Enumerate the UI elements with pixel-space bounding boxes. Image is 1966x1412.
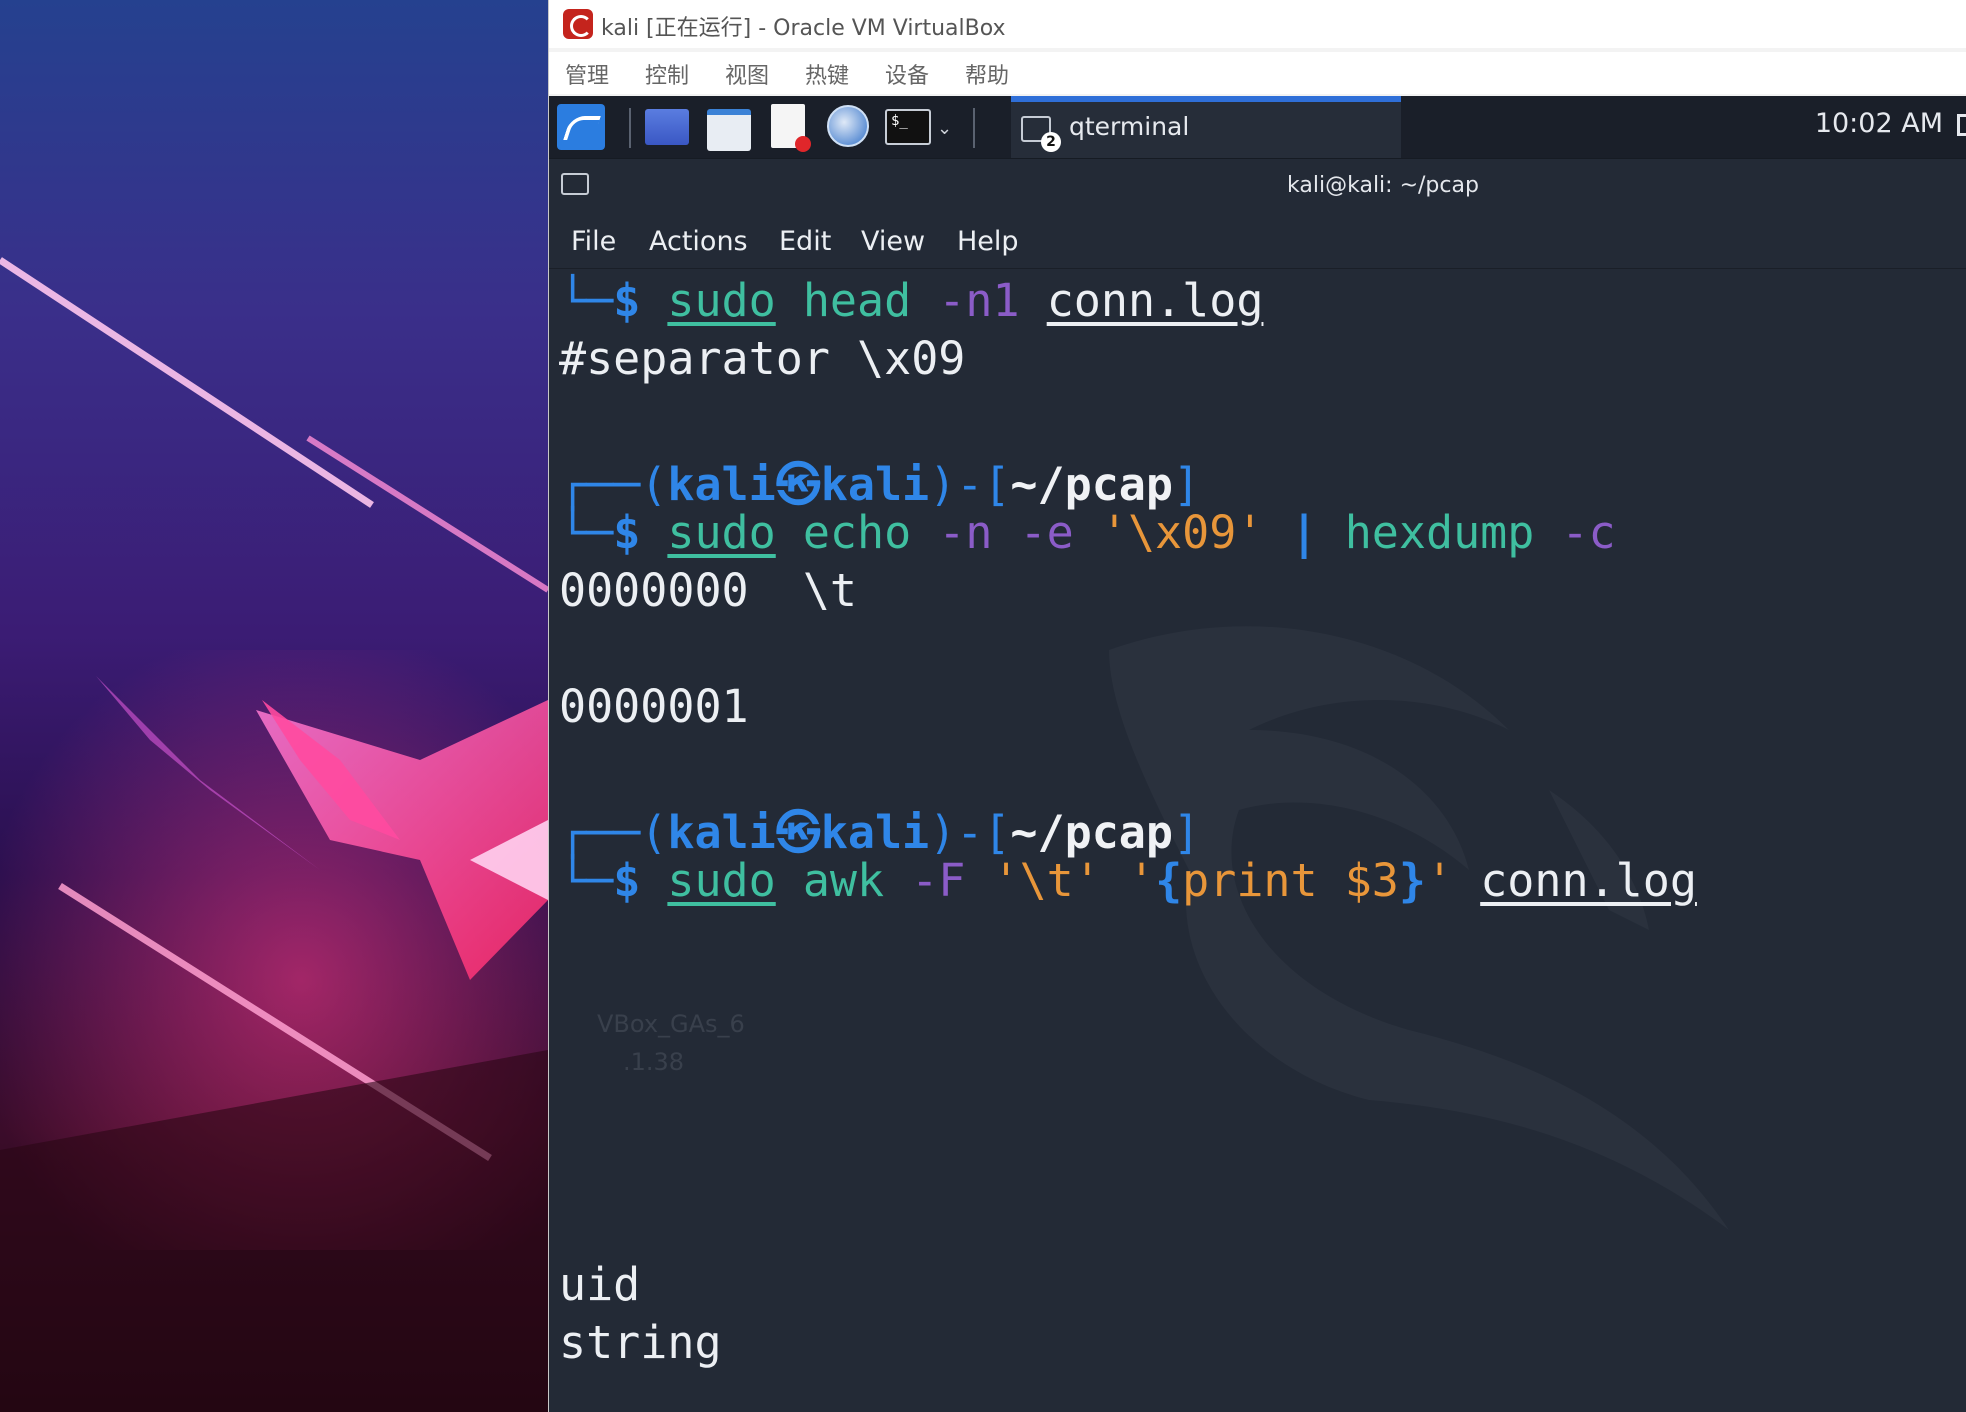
prompt-dollar: $ <box>613 506 641 559</box>
window-title: kali [正在运行] - Oracle VM VirtualBox <box>601 16 1006 41</box>
cmd-option: -n <box>938 506 993 559</box>
window-count-badge: 2 <box>1041 132 1061 152</box>
cmd-awk-body: print $3 <box>1182 854 1399 907</box>
prompt-line: ┌──(kali㉿kali)-[~/pcap] <box>559 796 1200 861</box>
menu-help[interactable]: Help <box>957 226 1019 257</box>
virtualbox-app-icon <box>563 9 593 39</box>
panel-clock[interactable]: 10:02 AM <box>1815 108 1943 139</box>
prompt-host: kali <box>820 458 930 511</box>
terminal-menubar: File Actions Edit View Help <box>549 216 1966 269</box>
menu-actions[interactable]: Actions <box>649 226 748 257</box>
menu-control[interactable]: 控制 <box>645 58 689 90</box>
taskbar-item-label: qterminal <box>1069 112 1190 141</box>
cmd-name: awk <box>802 854 885 907</box>
command-line: └─$ sudo echo -n -e '\x09' | hexdump -c <box>559 506 1616 559</box>
cmd-brace: { <box>1155 854 1183 907</box>
prompt-line: ┌──(kali㉿kali)-[~/pcap] <box>559 448 1200 513</box>
prompt-at-symbol: ㉿ <box>775 806 821 859</box>
terminal-titlebar: kali@kali: ~/pcap <box>549 158 1966 217</box>
output-line: #separator \x09 <box>559 332 966 385</box>
prompt-user: kali <box>667 458 776 511</box>
prompt-bracket: ] <box>1172 458 1201 511</box>
file-manager-icon[interactable] <box>707 109 751 151</box>
guest-screen: $_ ⌄ 2 qterminal 10:02 AM kali@kali: ~/p… <box>549 96 1966 1412</box>
menu-help[interactable]: 帮助 <box>965 58 1009 90</box>
cmd-string-quote: ' <box>1127 854 1156 907</box>
cmd-pipe: | <box>1290 506 1318 559</box>
cmd-string-quote: ' <box>1426 854 1454 907</box>
output-line: 0000000 \t <box>559 564 858 617</box>
cmd-option: -F <box>911 854 966 907</box>
menu-edit[interactable]: Edit <box>779 226 831 257</box>
cmd-option: -e <box>1019 506 1074 559</box>
cmd-option: -c <box>1561 506 1616 559</box>
text-editor-icon[interactable] <box>771 104 811 152</box>
prompt-dollar: $ <box>613 274 641 327</box>
prompt-corner: └─ <box>559 854 614 907</box>
terminal-launcher-icon[interactable]: $_ <box>885 109 931 145</box>
prompt-corner: ┌──( <box>559 806 668 859</box>
virtualbox-window: kali [正在运行] - Oracle VM VirtualBox 管理 控制… <box>548 0 1966 1412</box>
web-browser-icon[interactable] <box>827 105 869 147</box>
kali-top-panel: $_ ⌄ 2 qterminal 10:02 AM <box>549 96 1966 158</box>
prompt-corner: └─ <box>559 274 614 327</box>
kali-dragon-menu-icon[interactable] <box>557 104 605 150</box>
panel-separator <box>973 108 975 148</box>
panel-separator <box>629 108 631 148</box>
menu-devices[interactable]: 设备 <box>885 58 929 90</box>
prompt-cwd: ~/pcap <box>1010 806 1173 859</box>
cmd-file-arg: conn.log <box>1046 274 1264 327</box>
cmd-option: -n1 <box>938 274 1020 327</box>
prompt-at-symbol: ㉿ <box>775 458 821 511</box>
menu-manage[interactable]: 管理 <box>565 58 609 90</box>
cmd-sudo: sudo <box>667 506 776 559</box>
cmd-brace: } <box>1398 854 1426 907</box>
taskbar-item-qterminal[interactable]: 2 qterminal <box>1011 96 1401 158</box>
cmd-sudo: sudo <box>667 854 776 907</box>
desktop-icon-label: VBox_GAs_6 <box>597 1010 745 1038</box>
terminal-window-title: kali@kali: ~/pcap <box>1287 173 1479 198</box>
wallpaper-art <box>0 257 548 1412</box>
prompt-host: kali <box>820 806 930 859</box>
desktop-icon-label: .1.38 <box>623 1048 685 1076</box>
prompt-corner: ┌──( <box>559 458 668 511</box>
cmd-string-arg: '\t' <box>992 854 1101 907</box>
virtualbox-titlebar: kali [正在运行] - Oracle VM VirtualBox <box>549 0 1966 48</box>
cmd-sudo: sudo <box>667 274 776 327</box>
prompt-cwd: ~/pcap <box>1010 458 1173 511</box>
menu-view[interactable]: 视图 <box>725 58 769 90</box>
prompt-corner: └─ <box>559 506 614 559</box>
cmd-name: head <box>802 274 912 327</box>
prompt-dollar: $ <box>613 854 641 907</box>
panel-edge-icon <box>1957 114 1966 136</box>
menu-view[interactable]: View <box>861 226 925 257</box>
cmd-string-arg: '\x09' <box>1100 506 1264 559</box>
cmd-name: echo <box>802 506 912 559</box>
prompt-bracket: ] <box>1172 806 1201 859</box>
menu-hotkeys[interactable]: 热键 <box>805 58 849 90</box>
chevron-down-icon[interactable]: ⌄ <box>937 118 952 139</box>
prompt-bracket: )-[ <box>929 458 1011 511</box>
output-line: uid <box>559 1258 641 1311</box>
menu-file[interactable]: File <box>571 226 616 257</box>
host-desktop-wallpaper <box>0 0 548 1412</box>
prompt-user: kali <box>667 806 776 859</box>
command-line: └─$ sudo awk -F '\t' '{print $3}' conn.l… <box>559 854 1697 907</box>
virtualbox-menubar: 管理 控制 视图 热键 设备 帮助 <box>549 52 1966 94</box>
command-line: └─$ sudo head -n1 conn.log <box>559 274 1263 327</box>
cmd-name: hexdump <box>1344 506 1535 559</box>
workspace-switcher-icon[interactable] <box>645 109 689 145</box>
qterminal-window: kali@kali: ~/pcap File Actions Edit View… <box>549 158 1966 1412</box>
output-line: 0000001 <box>559 680 749 733</box>
terminal-output-area[interactable]: VBox_GAs_6 .1.38 └─$ sudo head -n1 conn.… <box>549 270 1966 1412</box>
output-line: string <box>559 1316 722 1369</box>
cmd-file-arg: conn.log <box>1480 854 1697 907</box>
prompt-bracket: )-[ <box>929 806 1011 859</box>
